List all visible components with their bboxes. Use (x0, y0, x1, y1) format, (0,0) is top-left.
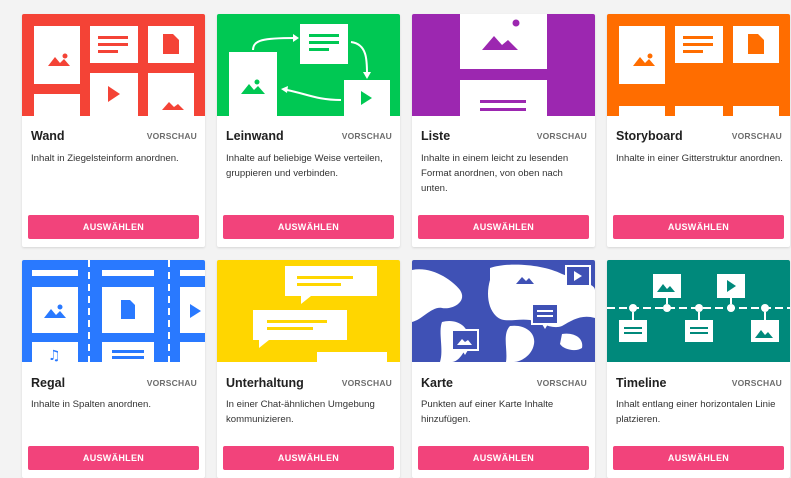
card-description: In einer Chat-ähnlichen Umgebung kommuni… (226, 399, 375, 425)
layout-card-timeline[interactable]: Timeline VORSCHAU Inhalt entlang einer h… (607, 260, 790, 478)
preview-link[interactable]: VORSCHAU (537, 131, 587, 141)
preview-link[interactable]: VORSCHAU (342, 378, 392, 388)
wand-thumbnail (22, 14, 205, 116)
regal-thumbnail: ♫ (22, 260, 205, 362)
card-title: Leinwand (226, 129, 284, 143)
preview-link[interactable]: VORSCHAU (147, 378, 197, 388)
card-description: Inhalte auf beliebige Weise verteilen, g… (226, 153, 383, 179)
select-button[interactable]: AUSWÄHLEN (418, 215, 589, 239)
select-button[interactable]: AUSWÄHLEN (418, 446, 589, 470)
card-title: Karte (421, 376, 453, 390)
preview-link[interactable]: VORSCHAU (732, 131, 782, 141)
storyboard-thumbnail (607, 14, 790, 116)
layout-card-wand[interactable]: Wand VORSCHAU Inhalt in Ziegelsteinform … (22, 14, 205, 247)
select-button[interactable]: AUSWÄHLEN (613, 215, 784, 239)
card-title: Unterhaltung (226, 376, 304, 390)
layout-card-storyboard[interactable]: Storyboard VORSCHAU Inhalte in einer Git… (607, 14, 790, 247)
layout-card-unterhaltung[interactable]: Unterhaltung VORSCHAU In einer Chat-ähnl… (217, 260, 400, 478)
preview-link[interactable]: VORSCHAU (732, 378, 782, 388)
select-button[interactable]: AUSWÄHLEN (28, 446, 199, 470)
card-description: Punkten auf einer Karte Inhalte hinzufüg… (421, 399, 554, 425)
timeline-thumbnail (607, 260, 790, 362)
preview-link[interactable]: VORSCHAU (147, 131, 197, 141)
card-description: Inhalte in einem leicht zu lesenden Form… (421, 153, 569, 194)
layout-grid: Wand VORSCHAU Inhalt in Ziegelsteinform … (22, 14, 790, 478)
layout-card-liste[interactable]: Liste VORSCHAU Inhalte in einem leicht z… (412, 14, 595, 247)
layout-card-leinwand[interactable]: Leinwand VORSCHAU Inhalte auf beliebige … (217, 14, 400, 247)
layout-card-karte[interactable]: Karte VORSCHAU Punkten auf einer Karte I… (412, 260, 595, 478)
card-description: Inhalt in Ziegelsteinform anordnen. (31, 153, 179, 164)
card-description: Inhalt entlang einer horizontalen Linie … (616, 399, 776, 425)
unterhaltung-thumbnail (217, 260, 400, 362)
card-title: Timeline (616, 376, 667, 390)
karte-thumbnail (412, 260, 595, 362)
preview-link[interactable]: VORSCHAU (537, 378, 587, 388)
card-title: Storyboard (616, 129, 683, 143)
leinwand-thumbnail (217, 14, 400, 116)
card-title: Wand (31, 129, 65, 143)
preview-link[interactable]: VORSCHAU (342, 131, 392, 141)
layout-card-regal[interactable]: ♫ Regal VORSCHAU Inhalte in Spalten anor… (22, 260, 205, 478)
select-button[interactable]: AUSWÄHLEN (223, 215, 394, 239)
card-description: Inhalte in einer Gitterstruktur anordnen… (616, 153, 783, 164)
card-description: Inhalte in Spalten anordnen. (31, 399, 152, 410)
card-title: Regal (31, 376, 66, 390)
select-button[interactable]: AUSWÄHLEN (28, 215, 199, 239)
select-button[interactable]: AUSWÄHLEN (223, 446, 394, 470)
svg-text:♫: ♫ (48, 348, 61, 362)
card-title: Liste (421, 129, 451, 143)
liste-thumbnail (412, 14, 595, 116)
select-button[interactable]: AUSWÄHLEN (613, 446, 784, 470)
